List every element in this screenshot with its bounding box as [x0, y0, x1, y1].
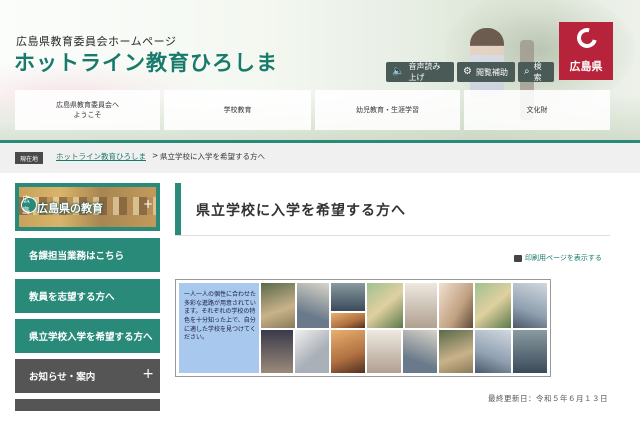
printer-icon — [514, 254, 522, 262]
school-photo — [261, 330, 293, 373]
sidebar-item-label: 教員を志望する方へ — [29, 292, 115, 303]
school-photo — [367, 330, 401, 373]
banner-label: 広島県の教育 — [37, 202, 103, 215]
last-updated-date: 最終更新日：令和５年６月１３日 — [488, 394, 608, 403]
school-photo — [475, 330, 511, 373]
page-heading-accent — [175, 183, 181, 235]
nav-item-cultural-assets[interactable]: 文化財 — [464, 90, 610, 130]
breadcrumb-current: 県立学校に入学を希望する方へ — [160, 152, 265, 161]
school-photo — [475, 283, 511, 328]
school-photo — [331, 330, 365, 373]
sidebar-item-department-duties[interactable]: 各課担当業務はこちら — [15, 238, 160, 272]
gear-icon: ⚙ — [463, 66, 472, 77]
school-photo — [261, 283, 295, 328]
accessibility-label: 閲覧補助 — [475, 67, 508, 77]
nav-item-welcome-line2: ようこそ — [73, 111, 102, 119]
expand-plus-icon[interactable]: + — [142, 366, 154, 382]
read-aloud-button[interactable]: 🔈 音声読み上げ — [386, 62, 454, 82]
school-photo — [513, 330, 547, 373]
school-photo — [331, 283, 365, 311]
search-label: 検索 — [533, 62, 542, 82]
sidebar-item-label: 県立学校入学を希望する方へ — [29, 332, 153, 343]
hiroshima-education-banner[interactable]: 広島 広島県の教育 — [15, 183, 160, 231]
nav-item-school-education[interactable]: 学校教育 — [164, 90, 311, 130]
nav-item-welcome-line1: 広島県教育委員会へ — [56, 100, 119, 109]
nav-item-school-education-label: 学校教育 — [223, 105, 252, 114]
banner-message: 一人一人の個性に合わせた多彩な進路が用意されています。それぞれの学校の特色を十分… — [179, 283, 259, 373]
print-page-label: 印刷用ページを表示する — [525, 254, 602, 262]
school-photo — [513, 283, 547, 328]
school-photo — [439, 283, 473, 328]
school-photo — [297, 283, 329, 328]
breadcrumb-location-tag: 現在地 — [15, 152, 44, 164]
search-icon: ⌕ — [524, 66, 530, 77]
nav-item-early-childhood-label: 幼児教育・生涯学習 — [356, 105, 419, 114]
sidebar-item-more[interactable] — [15, 399, 160, 411]
sidebar-item-label: 各課担当業務はこちら — [29, 251, 125, 262]
school-photo — [403, 330, 437, 373]
speaker-icon: 🔈 — [392, 66, 405, 77]
school-photo — [405, 283, 437, 328]
nav-item-early-childhood[interactable]: 幼児教育・生涯学習 — [315, 90, 460, 130]
logo-text: 広島県 — [569, 60, 603, 73]
nav-item-cultural-assets-label: 文化財 — [526, 105, 548, 114]
prefecture-emblem-icon — [573, 24, 601, 52]
sidebar-item-school-admission[interactable]: 県立学校入学を希望する方へ — [15, 319, 160, 353]
school-photo — [367, 283, 403, 328]
banner-plus-icon: + — [143, 197, 154, 211]
read-aloud-label: 音声読み上げ — [408, 62, 441, 82]
accessibility-button[interactable]: ⚙ 閲覧補助 — [457, 62, 515, 82]
sidebar-item-teacher-applicants[interactable]: 教員を志望する方へ — [15, 279, 160, 313]
school-photo — [439, 330, 473, 373]
school-photo — [331, 313, 365, 328]
breadcrumb-separator: > — [152, 151, 159, 160]
print-page-link[interactable]: 印刷用ページを表示する — [514, 253, 602, 263]
search-button[interactable]: ⌕ 検索 — [518, 62, 554, 82]
site-title[interactable]: ホットライン教育ひろしま — [14, 47, 278, 77]
breadcrumb-home-link[interactable]: ホットライン教育ひろしま — [56, 151, 146, 162]
page-heading-underline — [175, 235, 610, 236]
hiroshima-prefecture-logo[interactable]: 広島県 — [559, 22, 613, 80]
nav-item-welcome[interactable]: 広島県教育委員会へ ようこそ — [15, 90, 160, 130]
banner-emblem-icon: 広島 — [21, 195, 37, 215]
sidebar-item-label: お知らせ・案内 — [29, 372, 96, 383]
page-title: 県立学校に入学を希望する方へ — [196, 203, 406, 219]
school-photo — [295, 330, 329, 373]
sidebar-item-notices[interactable]: お知らせ・案内 + — [15, 359, 160, 393]
